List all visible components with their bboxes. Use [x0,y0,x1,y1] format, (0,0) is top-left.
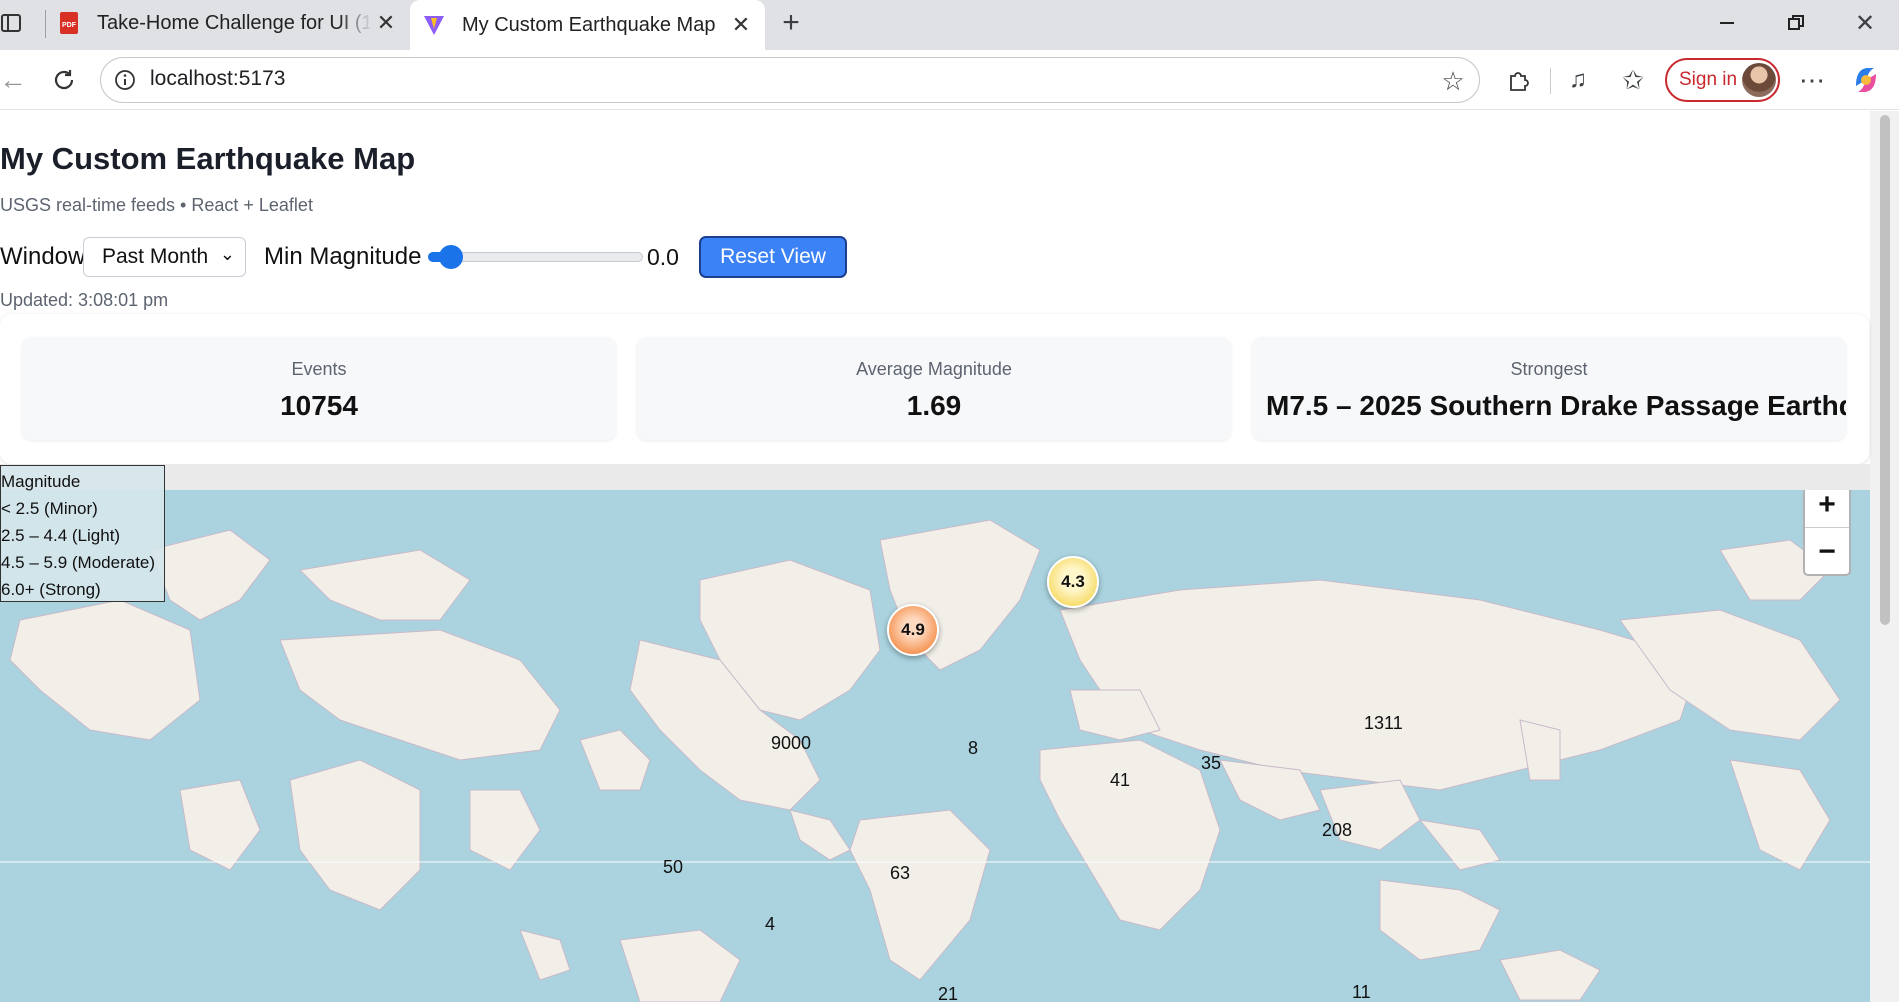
close-tab-icon[interactable]: ✕ [727,12,755,38]
cluster-count[interactable]: 21 [938,984,958,1002]
zoom-out-button[interactable]: − [1805,529,1849,574]
new-tab-icon[interactable]: + [775,6,807,40]
stat-value: 1.69 [906,390,962,421]
stat-value: 10754 [280,390,358,421]
favorite-star-icon[interactable]: ☆ [1438,66,1468,96]
chevron-down-icon: ⌄ [219,244,235,264]
cluster-count[interactable]: 41 [1110,770,1130,791]
map-top-strip [0,464,1870,490]
stat-label: Average Magnitude [856,359,1012,379]
cluster-count[interactable]: 4 [765,914,775,935]
stat-card-strongest: Strongest M7.5 – 2025 Southern Drake Pas… [1252,337,1846,440]
minimize-icon[interactable] [1710,8,1744,38]
site-info-icon[interactable] [112,67,138,93]
sign-in-label: Sign in [1679,69,1738,90]
copilot-icon[interactable] [1848,62,1884,98]
restore-icon[interactable] [1779,8,1813,38]
cluster-count[interactable]: 35 [1201,753,1221,774]
tab-title: Take-Home Challenge for UI (1).pdf [97,11,372,34]
omnibox[interactable] [100,57,1480,103]
toolbar-separator [1550,68,1551,94]
world-basemap [0,519,1870,1002]
page-subtitle: USGS real-time feeds • React + Leaflet [0,195,313,215]
sidebar-toggle-icon[interactable] [0,10,22,36]
slider-thumb[interactable] [439,245,463,269]
cluster-count[interactable]: 1311 [1364,713,1403,734]
legend-item-minor: < 2.5 (Minor) [1,499,98,518]
min-magnitude-value: 0.0 [647,244,679,270]
earthquake-marker[interactable]: 4.9 [887,604,939,656]
address-url[interactable]: localhost:5173 [150,67,285,91]
stat-card-events: Events 10754 [22,337,616,440]
favorites-icon[interactable]: ✩ [1617,64,1649,96]
svg-text:PDF: PDF [62,22,77,29]
tab-earthquake-map[interactable]: My Custom Earthquake Map ✕ [410,0,765,50]
window-select[interactable]: Past Month ⌄ [83,237,246,277]
cluster-count[interactable]: 208 [1322,820,1352,841]
legend-title: Magnitude [1,472,81,491]
browser-tab-bar: PDF Take-Home Challenge for UI (1).pdf ✕… [0,0,1899,50]
stat-label: Strongest [1510,359,1588,379]
legend-item-moderate: 4.5 – 5.9 (Moderate) [1,553,156,572]
window-select-value: Past Month [102,245,209,268]
close-window-icon[interactable]: ✕ [1848,8,1882,38]
stat-value: M7.5 – 2025 Southern Drake Passage Earth… [1266,390,1846,421]
magnitude-legend: Magnitude < 2.5 (Minor) 2.5 – 4.4 (Light… [0,465,165,602]
window-label: Window [0,243,86,270]
stat-label: Events [291,359,347,379]
earthquake-map[interactable]: 4.9 4.3 9000 8 1311 35 41 208 50 63 4 21… [0,490,1870,1002]
refresh-icon[interactable] [46,62,82,98]
updated-timestamp: Updated: 3:08:01 pm [0,290,169,310]
tab-title: My Custom Earthquake Map [462,13,716,36]
extensions-icon[interactable] [1503,64,1535,96]
earthquake-marker[interactable]: 4.3 [1047,556,1099,608]
pdf-icon: PDF [60,12,78,34]
close-tab-icon[interactable]: ✕ [372,10,400,36]
stat-card-average-magnitude: Average Magnitude 1.69 [637,337,1231,440]
more-menu-icon[interactable]: ⋯ [1796,64,1828,96]
cluster-count[interactable]: 50 [663,857,683,878]
min-magnitude-label: Min Magnitude [264,243,422,270]
legend-item-light: 2.5 – 4.4 (Light) [1,526,121,545]
vite-icon [424,16,444,35]
back-icon[interactable]: ← [0,62,27,98]
read-aloud-icon[interactable]: ♫ [1562,64,1594,96]
page-title: My Custom Earthquake Map [0,141,416,176]
cluster-count[interactable]: 63 [890,863,910,884]
cluster-count[interactable]: 11 [1352,982,1371,1002]
cluster-count[interactable]: 8 [968,738,978,759]
zoom-control: + − [1803,490,1851,576]
zoom-in-button[interactable]: + [1805,490,1849,528]
avatar[interactable] [1742,63,1776,97]
scrollbar-thumb[interactable] [1880,115,1890,625]
reset-view-button[interactable]: Reset View [699,236,847,278]
legend-item-strong: 6.0+ (Strong) [1,580,101,599]
tab-pdf[interactable]: PDF Take-Home Challenge for UI (1).pdf ✕ [45,0,410,46]
cluster-count[interactable]: 9000 [771,733,811,754]
